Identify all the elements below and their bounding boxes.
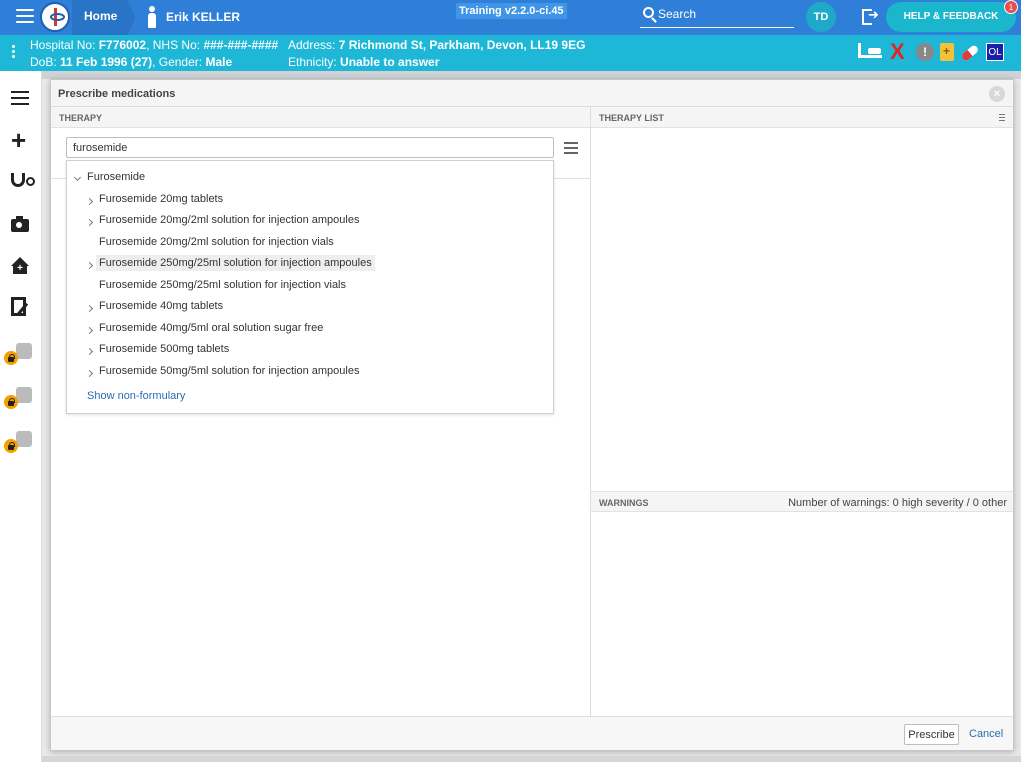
patient-address: Address: 7 Richmond St, Parkham, Devon, …	[288, 38, 586, 52]
search-results-dropdown: Furosemide Furosemide 20mg tablets Furos…	[66, 160, 554, 414]
chevron-right-icon[interactable]	[85, 218, 94, 226]
warnings-header: WARNINGS Number of warnings: 0 high seve…	[591, 491, 1013, 512]
document-sign-icon	[11, 297, 26, 316]
result-item[interactable]: Furosemide 40mg/5ml oral solution sugar …	[67, 319, 553, 339]
nhs-number: ###-###-####	[203, 38, 279, 52]
environment-label: Training v2.2.0-ci.45	[456, 3, 567, 19]
left-nav: +	[0, 71, 42, 762]
nav-camera[interactable]	[0, 205, 42, 245]
result-group-furosemide[interactable]: Furosemide	[67, 168, 553, 188]
top-bar: Home Erik KELLER Training v2.2.0-ci.45 S…	[0, 0, 1021, 35]
background-toolbar	[42, 71, 1021, 79]
walking-icon	[16, 387, 32, 403]
kebab-menu-icon[interactable]	[12, 45, 15, 60]
caduceus-logo-icon	[40, 2, 70, 32]
patient-banner: Hospital No: F776002, NHS No: ###-###-##…	[0, 35, 1021, 71]
result-item[interactable]: Furosemide 40mg tablets	[67, 297, 553, 317]
patient-ids: Hospital No: F776002, NHS No: ###-###-##…	[30, 38, 279, 52]
nav-list[interactable]	[0, 78, 42, 118]
result-item-highlighted[interactable]: Furosemide 250mg/25ml solution for injec…	[67, 254, 553, 274]
nav-walking-locked[interactable]	[0, 381, 42, 421]
chevron-right-icon[interactable]	[85, 326, 94, 334]
stethoscope-icon	[11, 173, 35, 187]
nav-document[interactable]	[0, 289, 42, 329]
result-item[interactable]: Furosemide 20mg/2ml solution for injecti…	[67, 211, 553, 231]
plus-icon	[16, 431, 32, 447]
date-of-birth: 11 Feb 1996 (27)	[60, 55, 153, 69]
gender: Male	[205, 55, 233, 69]
red-x-icon[interactable]: X	[890, 39, 905, 65]
prescribe-button[interactable]: Prescribe	[904, 724, 959, 745]
hamburger-menu-icon[interactable]	[564, 142, 578, 157]
warnings-count: Number of warnings: 0 high severity / 0 …	[788, 497, 1007, 509]
therapy-search-input[interactable]	[66, 137, 554, 158]
alert-icon[interactable]: !	[916, 43, 934, 61]
nav-examination[interactable]	[0, 163, 42, 203]
therapy-pane: THERAPY Furosemide Furosemide 20mg table…	[51, 107, 591, 716]
therapy-list-header: THERAPY LIST	[591, 107, 1013, 128]
global-search[interactable]: Search	[640, 4, 794, 28]
dialog-title: Prescribe medications	[58, 88, 176, 100]
chevron-right-icon[interactable]	[85, 197, 94, 205]
search-icon	[643, 7, 654, 18]
result-item[interactable]: Furosemide 20mg tablets	[67, 190, 553, 210]
result-item[interactable]: Furosemide 20mg/2ml solution for injecti…	[67, 233, 553, 253]
lock-icon	[4, 395, 18, 409]
chevron-right-icon[interactable]	[85, 369, 94, 377]
plus-icon: +	[11, 125, 27, 155]
camera-icon	[11, 216, 29, 232]
chevron-right-icon[interactable]	[85, 304, 94, 312]
logout-icon[interactable]	[862, 7, 880, 25]
result-item[interactable]: Furosemide 250mg/25ml solution for injec…	[67, 276, 553, 296]
person-icon	[143, 6, 161, 28]
close-icon[interactable]: ×	[989, 86, 1005, 102]
patient-ethnicity: Ethnicity: Unable to answer	[288, 55, 440, 69]
prescribe-medications-dialog: Prescribe medications × THERAPY Furosemi…	[50, 79, 1014, 751]
list-icon	[11, 91, 29, 109]
nav-add[interactable]: +	[0, 121, 42, 161]
patient-demographics: DoB: 11 Feb 1996 (27), Gender: Male	[30, 55, 233, 69]
notification-badge: 1	[1004, 0, 1018, 14]
user-avatar[interactable]: TD	[806, 2, 836, 32]
bed-icon[interactable]	[858, 43, 882, 58]
chevron-right-icon[interactable]	[85, 347, 94, 355]
pill-icon[interactable]	[960, 44, 980, 62]
help-feedback-button[interactable]: HELP & FEEDBACK	[886, 2, 1016, 32]
show-non-formulary-link[interactable]: Show non-formulary	[87, 390, 185, 402]
result-item[interactable]: Furosemide 50mg/5ml solution for injecti…	[67, 362, 553, 382]
home-plus-icon	[10, 257, 30, 275]
nav-clipboard-locked[interactable]	[0, 337, 42, 377]
clipboard-plus-icon[interactable]	[940, 43, 954, 61]
result-item[interactable]: Furosemide 500mg tablets	[67, 340, 553, 360]
lock-icon	[4, 351, 18, 365]
hospital-number: F776002	[98, 38, 147, 52]
lock-icon	[4, 439, 18, 453]
dialog-header: Prescribe medications ×	[51, 80, 1013, 107]
clipboard-icon	[16, 343, 32, 359]
chevron-right-icon[interactable]	[85, 261, 94, 269]
chevron-down-icon[interactable]	[73, 173, 82, 181]
page-bottom-edge	[42, 756, 1021, 762]
dialog-footer: Prescribe Cancel	[51, 716, 1013, 750]
menu-icon[interactable]	[16, 9, 34, 25]
therapy-list-menu-icon[interactable]	[999, 114, 1005, 123]
home-breadcrumb[interactable]: Home	[72, 0, 136, 35]
ol-badge[interactable]: OL	[986, 43, 1004, 61]
therapy-header: THERAPY	[51, 107, 590, 128]
search-label: Search	[658, 7, 697, 21]
cancel-link[interactable]: Cancel	[969, 728, 1003, 740]
patient-name-breadcrumb[interactable]: Erik KELLER	[166, 10, 240, 24]
nav-home-care[interactable]	[0, 247, 42, 287]
therapy-list-pane: THERAPY LIST WARNINGS Number of warnings…	[591, 107, 1013, 716]
nav-plus-locked[interactable]	[0, 425, 42, 465]
